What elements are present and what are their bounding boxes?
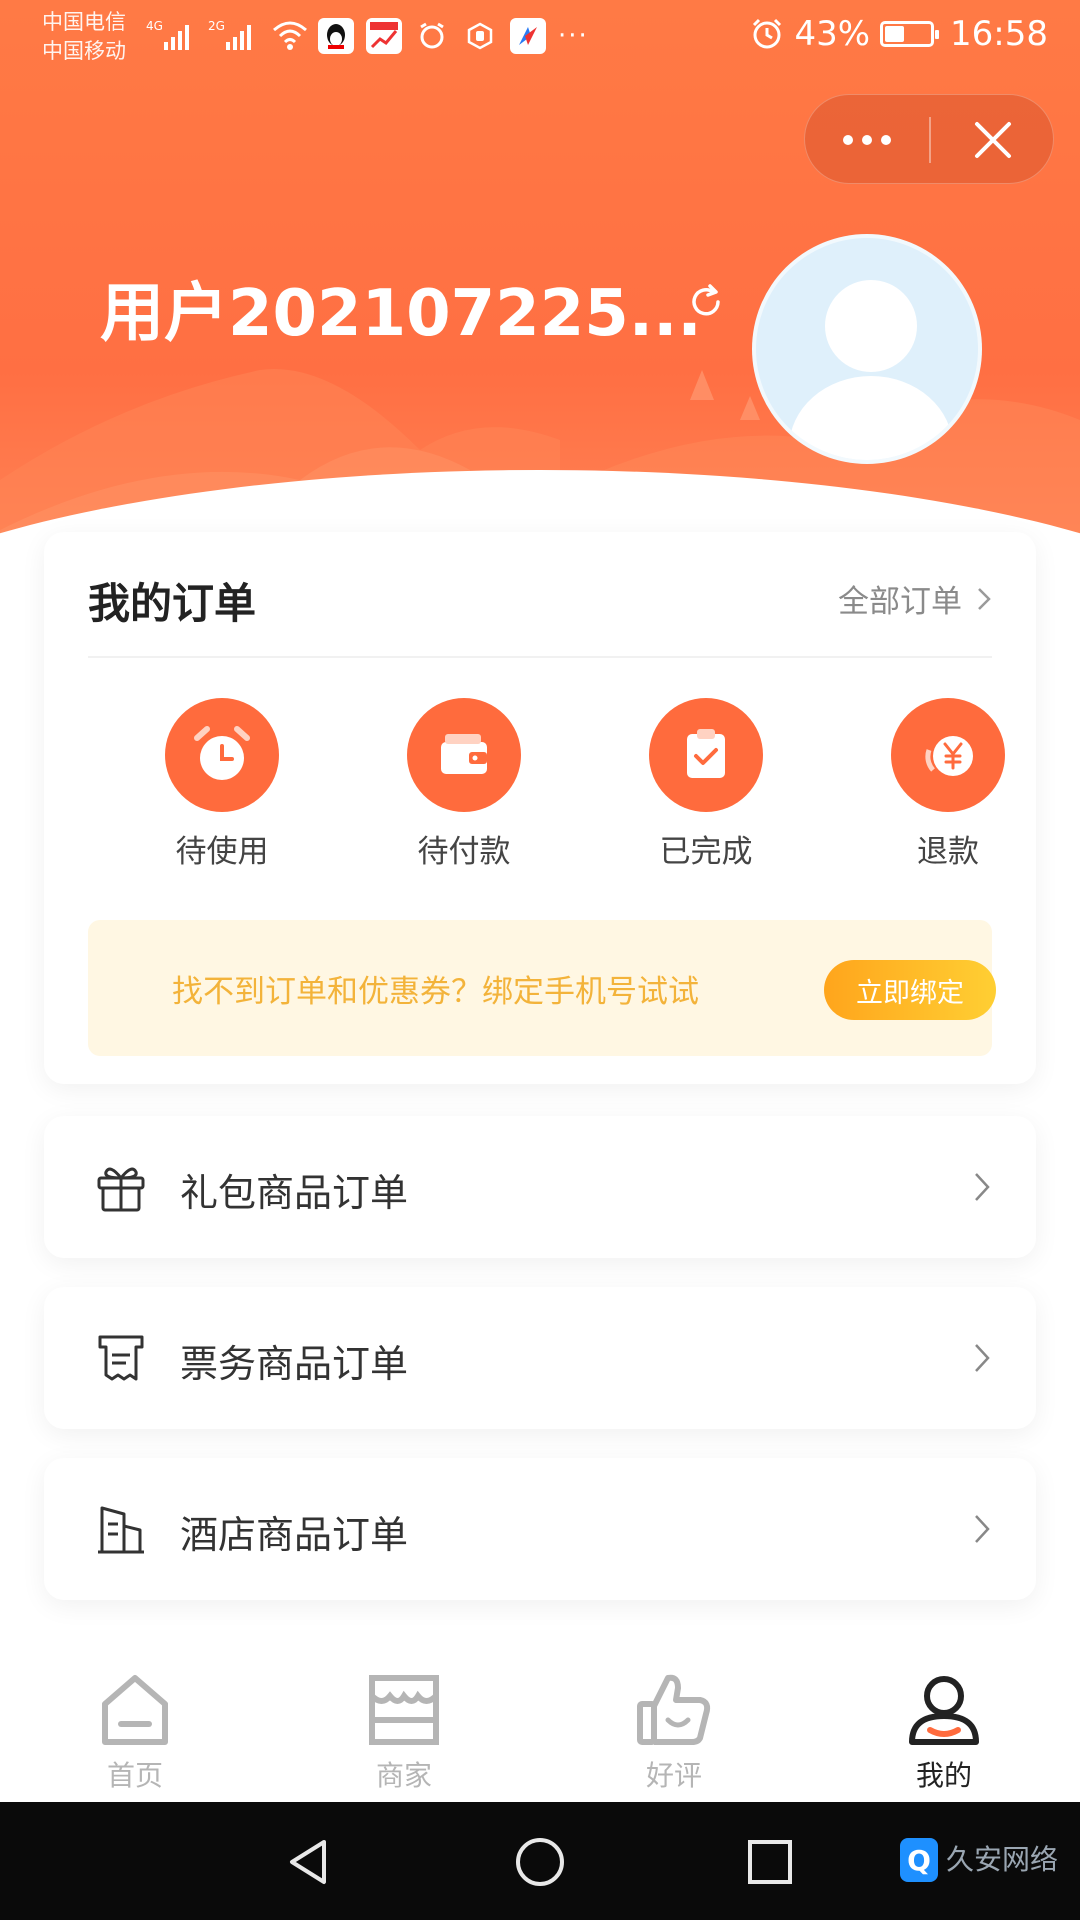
refresh-icon[interactable] [686,282,726,322]
close-button[interactable] [931,95,1055,185]
recents-square-icon[interactable] [744,1836,796,1888]
order-status-row: 待使用 待付款 已完成 退款 [44,698,1036,871]
avatar[interactable] [752,234,982,464]
my-orders-title: 我的订单 [88,579,257,628]
username[interactable]: 用户202107225... [100,262,702,354]
hotel-orders-row[interactable]: 酒店商品订单 [44,1458,1036,1600]
battery-percent: 43% [794,14,871,54]
tab-shop[interactable]: 商家 [304,1670,504,1794]
more-dot-icon [843,135,853,145]
hotel-building-icon [98,1506,144,1554]
chevron-right-icon [975,1173,990,1201]
back-icon[interactable] [282,1836,334,1888]
tab-me[interactable]: 我的 [844,1670,1044,1794]
status-right: 43% 16:58 [750,14,1048,54]
battery-level [885,26,905,42]
ticket-orders-row[interactable]: 票务商品订单 [44,1287,1036,1429]
all-orders-link[interactable]: 全部订单 [838,576,992,621]
system-navigation-bar: Q 久安网络 [0,1802,1080,1920]
tab-reviews[interactable]: 好评 [574,1670,774,1794]
more-notifications: ··· [558,21,589,51]
order-status-pending-use[interactable]: 待使用 [122,698,322,871]
more-dot-icon [862,135,872,145]
home-icon [102,1675,168,1745]
signal-4g-icon: 4G [146,19,189,50]
battery-icon [880,21,940,47]
row-label: 酒店商品订单 [180,1513,409,1557]
stock-app-icon [366,18,402,54]
qq-penguin-icon [318,18,354,54]
status-bar: 中国电信 中国移动 4G 2G ··· 43% 16:58 [0,0,1080,76]
chevron-right-icon [975,1344,990,1372]
order-status-label: 退款 [917,834,979,870]
mini-program-capsule [804,94,1054,184]
alarm-clock-status-icon [753,18,782,49]
profile-icon [909,1676,979,1745]
carrier-info: 中国电信 中国移动 [42,8,126,66]
row-label: 礼包商品订单 [180,1171,409,1215]
more-menu-button[interactable] [805,95,929,185]
watermark-text: 久安网络 [946,1843,1059,1876]
browser-compass-icon [510,18,546,54]
alarm-app-icon [414,18,450,54]
bottom-tab-bar: 首页 商家 好评 我的 [0,1640,1080,1802]
carrier-2: 中国移动 [42,39,126,63]
network-type-1: 4G [146,19,163,33]
network-type-2: 2G [208,19,225,33]
notification-icons: ··· [318,18,589,54]
tab-label: 首页 [106,1759,163,1792]
bind-phone-hint: 找不到订单和优惠券？绑定手机号试试 [172,974,699,1010]
order-status-pending-payment[interactable]: 待付款 [364,698,564,871]
order-status-label: 待付款 [417,834,511,870]
signal-2g-icon: 2G [208,19,251,50]
default-avatar-icon [789,280,953,460]
order-status-label: 待使用 [175,834,269,870]
my-orders-card: 我的订单 全部订单 待使用 待付款 已完成 退款 找不到订单和优惠券？绑定手机号… [44,532,1036,1084]
more-dot-icon [881,135,891,145]
alarm-clock-icon [165,698,279,812]
ticket-receipt-icon [98,1335,144,1381]
hand-app-icon [462,18,498,54]
bind-phone-banner: 找不到订单和优惠券？绑定手机号试试 立即绑定 [88,920,996,1056]
tab-label: 我的 [915,1759,972,1792]
tab-label: 好评 [645,1759,702,1792]
refund-yen-icon [891,698,1005,812]
tab-home[interactable]: 首页 [35,1670,235,1794]
shop-icon [369,1675,439,1745]
close-icon [975,122,1011,158]
home-circle-icon[interactable] [514,1836,566,1888]
order-status-completed[interactable]: 已完成 [606,698,806,871]
tab-label: 商家 [375,1759,432,1792]
clock: 16:58 [950,14,1048,54]
divider [88,656,992,658]
carrier-1: 中国电信 [42,10,126,34]
watermark-logo: Q [900,1838,938,1882]
wifi-icon [273,21,307,50]
clipboard-check-icon [649,698,763,812]
order-status-label: 已完成 [659,834,753,870]
bind-now-button[interactable]: 立即绑定 [824,960,996,1020]
chevron-right-icon [978,587,991,610]
chevron-right-icon [975,1515,990,1543]
watermark: Q 久安网络 [900,1838,1058,1882]
wallet-icon [407,698,521,812]
thumbs-up-icon [637,1674,711,1745]
row-label: 票务商品订单 [180,1342,409,1386]
watermark-text-block: 久安网络 [946,1845,1058,1875]
gift-icon [97,1167,145,1212]
all-orders-label: 全部订单 [838,584,962,620]
gift-orders-row[interactable]: 礼包商品订单 [44,1116,1036,1258]
order-status-refund[interactable]: 退款 [848,698,1048,871]
